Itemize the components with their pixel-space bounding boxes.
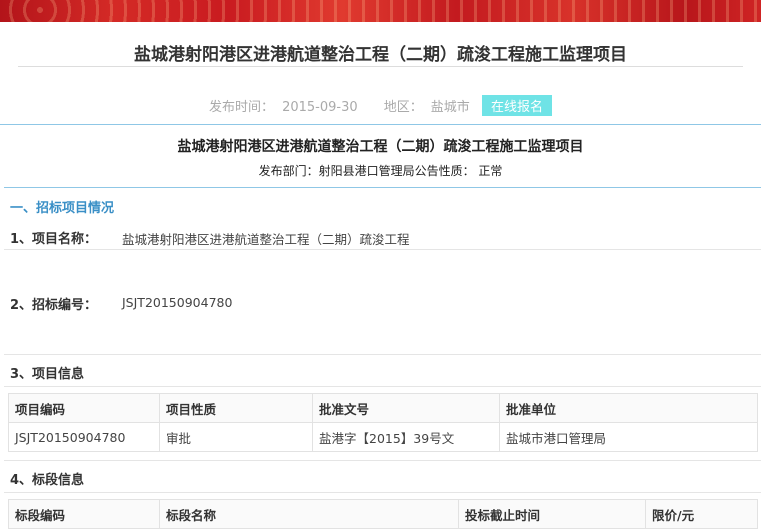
divider <box>18 66 743 67</box>
table-cell: 盐港字【2015】39号文 <box>312 422 500 452</box>
table-header-cell: 标段名称 <box>159 499 459 529</box>
divider <box>4 249 761 250</box>
table-header-cell: 项目性质 <box>159 393 313 423</box>
table-header-cell: 标段编码 <box>8 499 160 529</box>
lot-info-label: 4、标段信息 <box>10 473 85 488</box>
apply-online-button[interactable]: 在线报名 <box>481 95 552 116</box>
table-header-cell: 投标截止时间 <box>458 499 646 529</box>
table-cell: 审批 <box>159 422 313 452</box>
divider <box>0 124 761 125</box>
table-header-row: 项目编码 项目性质 批准文号 批准单位 <box>8 393 758 423</box>
divider <box>4 460 761 461</box>
table-cell: 盐城市港口管理局 <box>499 422 758 452</box>
table-header-row: 标段编码 标段名称 投标截止时间 限价/元 <box>8 499 758 529</box>
notice-title: 盐城港射阳港区进港航道整治工程（二期）疏浚工程施工监理项目 <box>177 139 584 155</box>
publish-date: 2015-09-30 <box>282 100 358 115</box>
dept-line: 发布部门：射阳县港口管理局公告性质： 正常 <box>258 164 503 178</box>
project-info-table: 项目编码 项目性质 批准文号 批准单位 JSJT20150904780 审批 盐… <box>8 393 758 452</box>
divider <box>4 187 761 188</box>
table-header-cell: 批准单位 <box>499 393 758 423</box>
table-header-cell: 限价/元 <box>645 499 758 529</box>
header-banner <box>0 0 761 22</box>
table-header-cell: 批准文号 <box>312 393 500 423</box>
divider <box>4 354 761 355</box>
project-name-value: 盐城港射阳港区进港航道整治工程（二期）疏浚工程 <box>122 232 410 247</box>
divider <box>4 492 761 493</box>
region-label: 地区： <box>383 100 423 115</box>
table-row: JSJT20150904780 审批 盐港字【2015】39号文 盐城市港口管理… <box>8 422 758 452</box>
project-name-label: 1、项目名称： <box>10 232 98 247</box>
divider <box>4 386 761 387</box>
project-info-label: 3、项目信息 <box>10 367 85 382</box>
bid-no-value: JSJT20150904780 <box>122 295 233 310</box>
section-heading: 一、招标项目情况 <box>10 201 115 216</box>
page-title: 盐城港射阳港区进港航道整治工程（二期）疏浚工程施工监理项目 <box>134 45 627 65</box>
publish-label: 发布时间： <box>209 100 275 115</box>
table-header-cell: 项目编码 <box>8 393 160 423</box>
region-value: 盐城市 <box>430 100 470 115</box>
lot-info-table: 标段编码 标段名称 投标截止时间 限价/元 <box>8 499 758 529</box>
table-cell: JSJT20150904780 <box>8 422 160 452</box>
bid-no-label: 2、招标编号： <box>10 298 98 313</box>
meta-bar: 发布时间： 2015-09-30 地区： 盐城市 在线报名 <box>0 95 761 116</box>
